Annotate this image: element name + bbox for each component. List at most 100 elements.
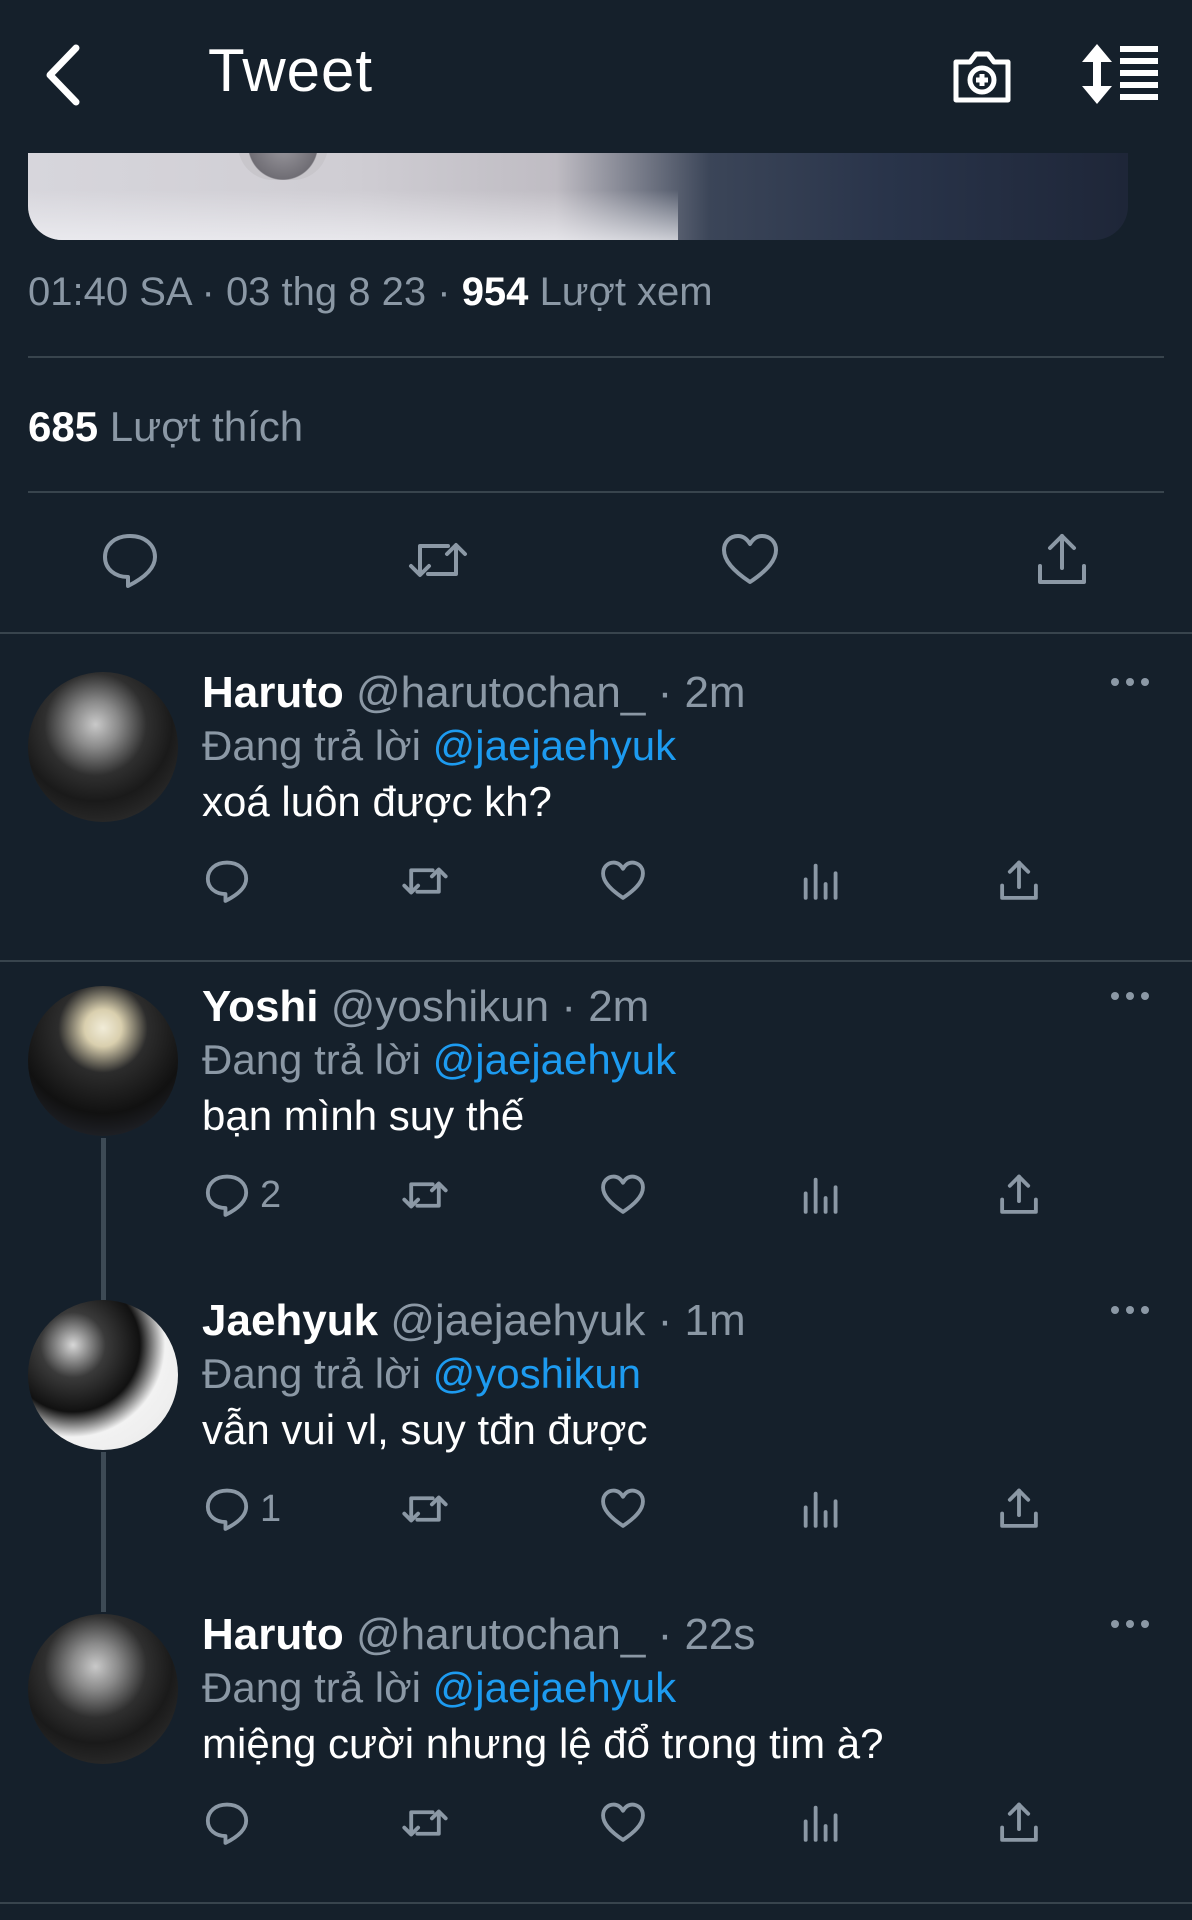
reply-tweet[interactable]: Haruto @harutochan_ · 22s Đang trả lời @… (0, 1588, 1192, 1901)
analytics-icon (803, 1177, 838, 1214)
reply-count: 1 (260, 1488, 282, 1530)
page-title: Tweet (208, 37, 374, 104)
more-options-icon[interactable] (1110, 986, 1150, 1006)
reply-time: · 2m (561, 982, 650, 1031)
reply-author-handle[interactable]: @harutochan_ (356, 1610, 645, 1659)
reply-author-handle[interactable]: @yoshikun (331, 982, 549, 1031)
divider (0, 632, 1192, 634)
likes-count: 685 (28, 403, 99, 450)
share-icon[interactable] (1032, 530, 1092, 590)
top-bar: Tweet (0, 0, 1192, 153)
retweet-button[interactable] (402, 1486, 448, 1532)
more-options-icon[interactable] (1110, 672, 1150, 692)
retweet-icon (402, 867, 448, 895)
analytics-icon (803, 1805, 838, 1842)
share-icon (1000, 860, 1038, 900)
reply-icon (205, 1174, 249, 1217)
avatar[interactable] (28, 1300, 178, 1450)
retweet-icon[interactable] (408, 530, 468, 590)
avatar[interactable] (28, 672, 178, 822)
reply-count: 2 (260, 1174, 282, 1216)
analytics-icon (803, 1491, 838, 1528)
share-button[interactable] (996, 858, 1042, 904)
replying-prefix: Đang trả lời (202, 1350, 421, 1397)
reply-icon[interactable] (100, 530, 160, 590)
reply-button[interactable]: 2 (204, 1172, 281, 1218)
reply-author-name[interactable]: Haruto (202, 668, 344, 717)
tweet-action-bar (0, 530, 1192, 590)
share-button[interactable] (996, 1486, 1042, 1532)
retweet-icon (402, 1495, 448, 1523)
likes-stat[interactable]: 685 Lượt thích (28, 403, 303, 451)
reply-author-handle[interactable]: @harutochan_ (356, 668, 645, 717)
retweet-icon (402, 1809, 448, 1837)
analytics-icon (803, 863, 838, 900)
avatar[interactable] (28, 1614, 178, 1764)
replying-mention[interactable]: @yoshikun (433, 1350, 641, 1397)
reply-text: xoá luôn được kh? (202, 778, 552, 825)
retweet-button[interactable] (402, 1172, 448, 1218)
reply-button[interactable]: 1 (204, 1486, 281, 1532)
replying-prefix: Đang trả lời (202, 1664, 421, 1711)
divider (0, 1902, 1192, 1904)
replying-prefix: Đang trả lời (202, 722, 421, 769)
reply-author-name[interactable]: Jaehyuk (202, 1296, 378, 1345)
camera-plus-icon[interactable] (950, 44, 1014, 108)
more-options-icon[interactable] (1110, 1300, 1150, 1320)
chevron-left-icon[interactable] (40, 40, 90, 110)
retweet-icon (402, 1181, 448, 1209)
reply-tweet[interactable]: Yoshi @yoshikun · 2m Đang trả lời @jaeja… (0, 960, 1192, 1273)
share-icon (1000, 1488, 1038, 1528)
replying-prefix: Đang trả lời (202, 1036, 421, 1083)
share-icon (1000, 1802, 1038, 1842)
analytics-button[interactable] (798, 858, 844, 904)
like-icon[interactable] (720, 530, 780, 590)
like-icon (601, 860, 645, 900)
like-icon (601, 1802, 645, 1842)
reply-button[interactable] (204, 858, 260, 904)
analytics-button[interactable] (798, 1800, 844, 1846)
reply-author-name[interactable]: Yoshi (202, 982, 319, 1031)
like-icon (601, 1174, 645, 1214)
avatar[interactable] (28, 986, 178, 1136)
like-button[interactable] (600, 1486, 646, 1532)
like-button[interactable] (600, 1800, 646, 1846)
reply-time: · 2m (657, 668, 746, 717)
analytics-button[interactable] (798, 1486, 844, 1532)
divider (28, 491, 1164, 493)
like-button[interactable] (600, 858, 646, 904)
share-button[interactable] (996, 1172, 1042, 1218)
like-icon (601, 1488, 645, 1528)
retweet-button[interactable] (402, 1800, 448, 1846)
likes-label: Lượt thích (109, 403, 304, 450)
reply-time: · 1m (657, 1296, 746, 1345)
reply-button[interactable] (204, 1800, 260, 1846)
reply-text: bạn mình suy thế (202, 1092, 525, 1139)
reply-icon (205, 860, 249, 903)
reply-text: vẫn vui vl, suy tđn được (202, 1406, 648, 1453)
more-options-icon[interactable] (1110, 1614, 1150, 1634)
views-label: Lượt xem (539, 270, 713, 314)
replying-mention[interactable]: @jaejaehyuk (433, 1036, 676, 1083)
retweet-button[interactable] (402, 858, 448, 904)
views-count: 954 (461, 270, 529, 314)
sort-list-icon[interactable] (1082, 44, 1160, 104)
reply-icon (205, 1802, 249, 1845)
tweet-time: 01:40 SA (28, 270, 191, 314)
replying-mention[interactable]: @jaejaehyuk (433, 1664, 676, 1711)
share-icon (1000, 1174, 1038, 1214)
reply-tweet[interactable]: Haruto @harutochan_ · 2m Đang trả lời @j… (0, 646, 1192, 959)
replying-mention[interactable]: @jaejaehyuk (433, 722, 676, 769)
reply-text: miệng cười nhưng lệ đổ trong tim à? (202, 1720, 884, 1767)
reply-icon (205, 1488, 249, 1531)
tweet-meta: 01:40 SA · 03 thg 8 23 · 954 Lượt xem (28, 270, 713, 314)
reply-tweet[interactable]: Jaehyuk @jaejaehyuk · 1m Đang trả lời @y… (0, 1274, 1192, 1587)
reply-author-handle[interactable]: @jaejaehyuk (390, 1296, 645, 1345)
tweet-date: 03 thg 8 23 (225, 270, 427, 314)
reply-author-name[interactable]: Haruto (202, 1610, 344, 1659)
analytics-button[interactable] (798, 1172, 844, 1218)
like-button[interactable] (600, 1172, 646, 1218)
reply-time: · 22s (657, 1610, 756, 1659)
share-button[interactable] (996, 1800, 1042, 1846)
divider (28, 356, 1164, 358)
